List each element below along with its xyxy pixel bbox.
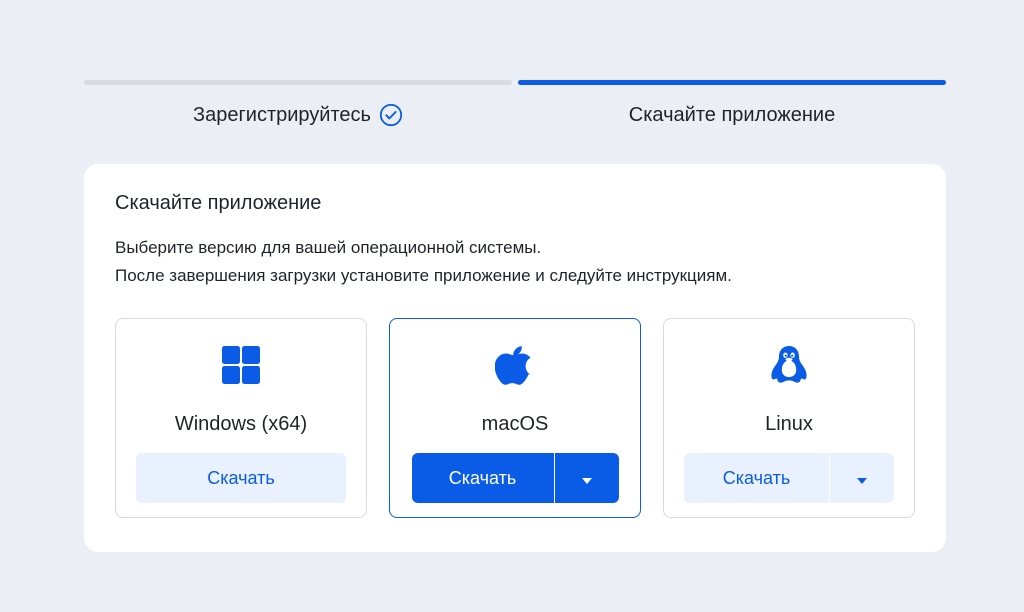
dropdown-caret-linux[interactable] <box>829 453 894 503</box>
linux-icon <box>767 343 811 387</box>
check-circle-icon <box>379 103 403 127</box>
os-options: Windows (x64) Скачать macOS Скачать Linu… <box>115 318 915 518</box>
caret-down-icon <box>581 468 592 489</box>
download-label-linux: Скачать <box>722 467 791 488</box>
step-register: Зарегистрируйтесь <box>84 80 512 129</box>
windows-icon <box>219 343 263 387</box>
download-button-linux[interactable]: Скачать <box>684 453 894 503</box>
description-line-1: Выберите версию для вашей операционной с… <box>115 238 542 257</box>
step-progress-bar-active <box>518 80 946 85</box>
os-name-windows: Windows (x64) <box>174 413 308 435</box>
download-card: Скачайте приложение Выберите версию для … <box>84 164 946 552</box>
download-label-macos: Скачать <box>448 467 517 488</box>
caret-down-icon <box>857 468 867 489</box>
step-register-label: Зарегистрируйтесь <box>193 104 371 126</box>
os-name-linux: Linux <box>765 413 813 435</box>
apple-icon <box>493 343 537 387</box>
download-label-windows: Скачать <box>207 467 275 488</box>
step-download: Скачайте приложение <box>518 80 946 129</box>
description-line-2: После завершения загрузки установите при… <box>115 266 732 285</box>
download-button-windows[interactable]: Скачать <box>136 453 346 503</box>
card-description: Выберите версию для вашей операционной с… <box>115 234 916 290</box>
os-card-macos[interactable]: macOS Скачать <box>389 318 641 518</box>
os-name-macos: macOS <box>481 413 549 435</box>
dropdown-caret-macos[interactable] <box>553 453 619 503</box>
os-card-windows[interactable]: Windows (x64) Скачать <box>115 318 367 518</box>
step-label: Зарегистрируйтесь <box>193 101 403 129</box>
download-button-macos[interactable]: Скачать <box>411 453 619 503</box>
step-download-label: Скачайте приложение <box>628 104 836 126</box>
os-card-linux[interactable]: Linux Скачать <box>663 318 915 518</box>
stepper: Зарегистрируйтесь Скачайте приложение <box>84 80 946 129</box>
step-label: Скачайте приложение <box>629 101 835 129</box>
card-title: Скачайте приложение <box>115 192 322 214</box>
step-progress-bar <box>84 80 512 85</box>
